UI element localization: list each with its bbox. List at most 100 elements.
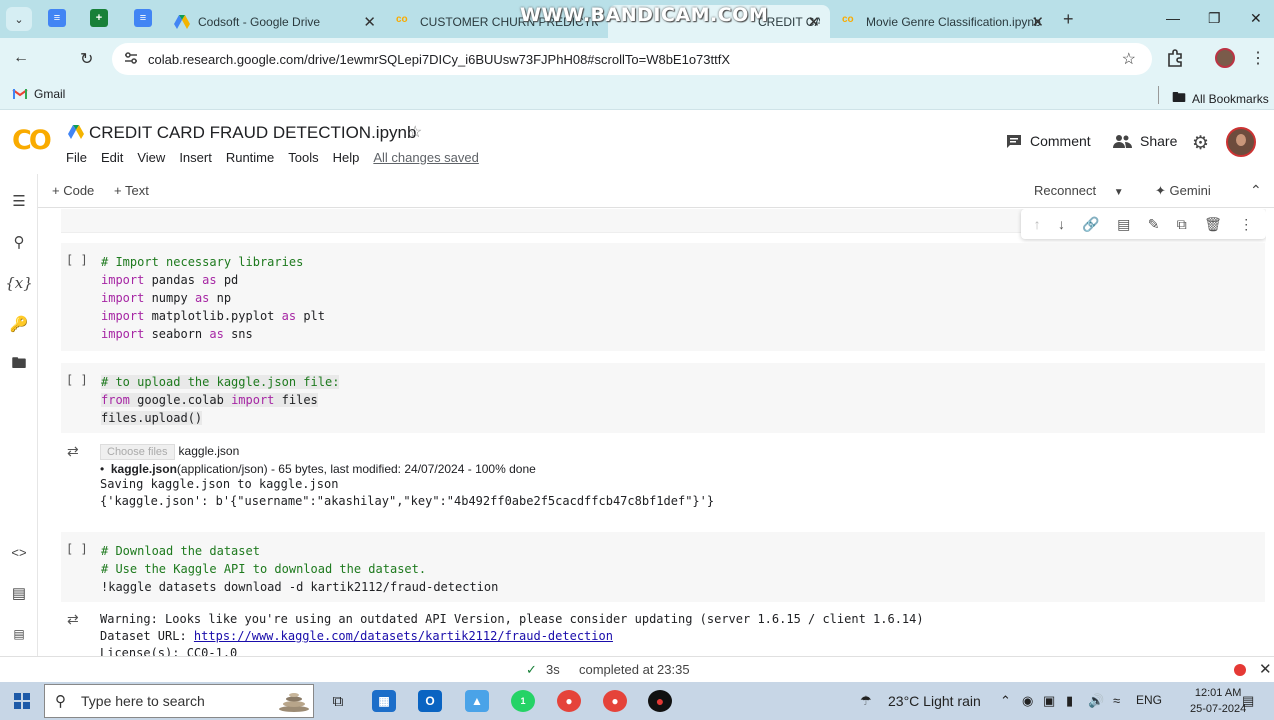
menu-file[interactable]: File [66,150,87,165]
tab-movie-genre[interactable]: co Movie Genre Classification.ipynb ✕ [832,5,1054,38]
mirror-cell-icon[interactable]: ⧉ [1177,216,1187,233]
browser-menu-icon[interactable]: ⋮ [1250,48,1266,68]
minimize-button[interactable]: — [1166,10,1180,26]
add-text-button[interactable]: + Text [114,183,149,198]
variables-icon[interactable]: {x} [5,273,33,293]
folder-app-icon[interactable]: ▲ [465,690,489,712]
dataset-url-link[interactable]: https://www.kaggle.com/datasets/kartik21… [194,629,613,643]
chrome-profile-icon[interactable]: ● [603,690,627,712]
taskbar-clock[interactable]: 12:01 AM 25-07-2024 [1190,685,1246,717]
restore-button[interactable]: ❐ [1208,10,1221,27]
menu-view[interactable]: View [137,150,165,165]
tab-codsoft-drive[interactable]: Codsoft - Google Drive ✕ [164,5,386,38]
folder-icon[interactable]: 🖿 [9,355,29,375]
code-editor[interactable]: # Import necessary libraries import pand… [101,253,325,343]
pinned-sheets-tab[interactable]: + [90,9,108,27]
table-of-contents-icon[interactable]: ☰ [9,191,29,211]
colab-logo[interactable]: CO [12,125,52,156]
reconnect-button[interactable]: Reconnect ▼ [1034,183,1124,198]
run-cell-button[interactable]: [ ] [66,373,88,387]
star-icon[interactable]: ☆ [408,122,422,142]
menu-runtime[interactable]: Runtime [226,150,274,165]
search-icon[interactable]: ⚲ [9,232,29,252]
run-cell-button[interactable]: [ ] [66,542,88,556]
run-cell-button[interactable]: [ ] [66,253,88,267]
speaker-icon[interactable]: 🔊 [1088,693,1104,709]
code-editor[interactable]: # to upload the kaggle.json file: from g… [101,373,340,427]
gear-icon[interactable]: ⚙ [1192,132,1209,155]
battery-icon[interactable]: ▮ [1066,693,1073,709]
notifications-icon[interactable]: ▤ [1242,693,1254,709]
tab-search-button[interactable]: ⌄ [6,7,32,31]
photos-tray-icon[interactable]: ▣ [1043,693,1055,709]
code-snippets-icon[interactable]: <> [9,542,29,562]
command-palette-icon[interactable]: ▤ [9,583,29,603]
windows-start-icon[interactable] [14,693,30,709]
new-tab-button[interactable]: + [1063,9,1074,30]
pinned-docs-tab-2[interactable]: ≡ [134,9,152,27]
profile-avatar[interactable] [1215,48,1235,68]
weather-text[interactable]: 23°C Light rain [888,693,981,709]
edit-pencil-icon[interactable]: ✎ [1148,216,1160,233]
extensions-puzzle-icon[interactable] [1166,49,1184,67]
pinned-docs-tab[interactable]: ≡ [48,9,66,27]
reload-icon[interactable]: ↻ [80,49,93,69]
bookmark-all[interactable]: 🖿 All Bookmarks [1172,87,1269,111]
record-tray-icon[interactable]: ◉ [1022,693,1033,709]
delete-trash-icon[interactable]: 🗑 [1204,216,1222,233]
bookmark-gmail[interactable]: Gmail [12,87,65,101]
share-button[interactable]: Share [1113,133,1177,149]
chrome-icon[interactable]: ● [557,690,581,712]
notebook-title[interactable]: CREDIT CARD FRAUD DETECTION.ipynb [89,123,416,143]
user-avatar[interactable] [1226,127,1256,157]
save-status[interactable]: All changes saved [373,150,479,165]
add-code-button[interactable]: + Code [52,183,94,198]
code-cell[interactable]: [ ] # to upload the kaggle.json file: fr… [61,363,1265,433]
chevron-up-icon[interactable]: ⌃ [1000,693,1011,709]
back-arrow-icon[interactable]: ← [13,49,29,67]
close-icon[interactable]: ✕ [363,13,376,31]
task-view-icon[interactable]: ⧉ [326,690,350,712]
menu-tools[interactable]: Tools [288,150,318,165]
close-icon[interactable]: ✕ [807,13,820,31]
key-icon[interactable]: 🔑 [9,314,29,334]
microsoft-store-icon[interactable]: ▦ [372,690,396,712]
link-icon[interactable]: 🔗 [1082,216,1099,233]
bookmark-star-icon[interactable]: ☆ [1122,49,1136,69]
outlook-icon[interactable]: O [418,690,442,712]
whatsapp-icon[interactable]: 1 [511,690,535,712]
move-up-icon[interactable]: ↑ [1034,216,1041,232]
code-cell[interactable]: [ ] # Download the dataset # Use the Kag… [61,532,1265,602]
choose-files-button[interactable]: Choose files [100,444,175,460]
gemini-button[interactable]: ✦ Gemini [1155,183,1211,199]
menu-edit[interactable]: Edit [101,150,123,165]
code-comment: # Import necessary libraries [101,255,304,269]
more-icon[interactable]: ⋮ [1239,216,1253,233]
taskbar-search[interactable]: ⚲ Type here to search [44,684,314,718]
output-toggle-icon[interactable]: ⇄ [67,611,79,628]
folder-icon: 🖿 [1172,89,1186,105]
code-editor[interactable]: # Download the dataset # Use the Kaggle … [101,542,498,596]
output-toggle-icon[interactable]: ⇄ [67,443,79,460]
window-close-button[interactable]: ✕ [1250,10,1262,27]
menu-insert[interactable]: Insert [179,150,212,165]
site-settings-icon[interactable] [124,51,138,65]
google-drive-icon[interactable] [68,125,84,139]
address-bar[interactable]: colab.research.google.com/drive/1ewmrSQL… [112,43,1152,75]
notebook-toolbar: + Code + Text Reconnect ▼ ✦ Gemini ⌃ [38,174,1274,208]
terminal-icon[interactable]: ▤ [9,624,29,644]
language-indicator[interactable]: ENG [1136,693,1162,707]
wifi-icon[interactable]: ≈ [1113,693,1120,708]
move-down-icon[interactable]: ↓ [1058,216,1065,232]
close-icon[interactable]: ✕ [1259,660,1272,678]
comment-icon[interactable]: ▤ [1117,216,1130,233]
weather-icon[interactable]: ☂ [860,693,872,709]
chevron-down-icon[interactable]: ▼ [1114,187,1124,198]
close-icon[interactable]: ✕ [1031,13,1044,31]
menu-help[interactable]: Help [333,150,360,165]
code-keyword: import [231,393,275,407]
comment-button[interactable]: Comment [1006,133,1091,149]
code-cell[interactable]: [ ] # Import necessary libraries import … [61,243,1265,351]
bandicam-record-icon[interactable]: ● [648,690,672,712]
chevron-up-icon[interactable]: ⌃ [1250,182,1262,199]
